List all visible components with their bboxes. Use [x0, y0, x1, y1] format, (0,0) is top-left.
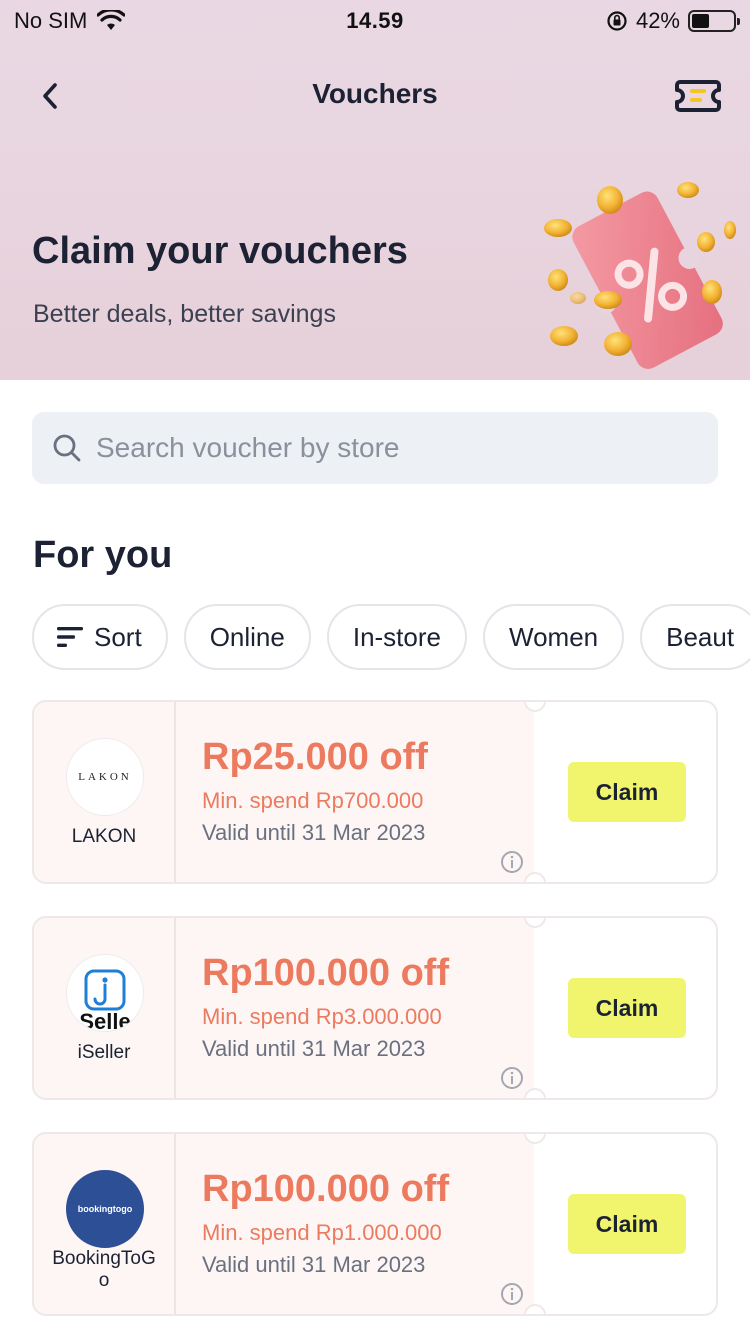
orientation-lock-icon [607, 11, 627, 31]
voucher-amount: Rp25.000 off [202, 736, 428, 778]
valid-until: Valid until 31 Mar 2023 [202, 1036, 426, 1061]
valid-until: Valid until 31 Mar 2023 [202, 1252, 426, 1277]
claim-button[interactable]: Claim [568, 1194, 686, 1254]
divider [174, 918, 176, 1098]
chip-label: Online [209, 621, 285, 652]
divider [174, 1134, 176, 1314]
search-bar[interactable] [32, 412, 718, 484]
store-block: bookingtogo BookingToG o [34, 1134, 174, 1314]
filter-chips: Sort Online In-store Women Beaut [32, 604, 750, 670]
iseller-mark-icon [84, 969, 126, 1011]
claim-button[interactable]: Claim [568, 762, 686, 822]
chip-in-store[interactable]: In-store [326, 604, 467, 670]
store-name: LAKON [71, 826, 137, 847]
ticket-notch [524, 1304, 546, 1314]
chip-women[interactable]: Women [483, 604, 625, 670]
voucher-amount: Rp100.000 off [202, 1168, 450, 1210]
battery-icon [688, 10, 740, 32]
hero-banner: No SIM 14.59 42% Vouchers Claim your vou… [0, 0, 750, 380]
hero-title: Claim your vouchers [32, 230, 408, 272]
search-icon [53, 434, 81, 462]
claim-button[interactable]: Claim [568, 978, 686, 1038]
page-title: Vouchers [312, 78, 438, 109]
store-name: iSeller [77, 1042, 131, 1063]
min-spend: Min. spend Rp3.000.000 [202, 1004, 442, 1029]
voucher-card[interactable]: Selle iSeller Rp100.000 off Min. spend R… [32, 916, 718, 1100]
logo-wordmark: Selle [79, 1009, 131, 1032]
logo-wordmark: bookingtogo [77, 1204, 133, 1214]
section-title: For you [33, 534, 173, 576]
chip-label: Women [509, 621, 599, 652]
voucher-card[interactable]: LAKON LAKON Rp25.000 off Min. spend Rp70… [32, 700, 718, 884]
battery-percent: 42% [635, 8, 680, 33]
chip-beauty[interactable]: Beaut [640, 604, 750, 670]
valid-until: Valid until 31 Mar 2023 [202, 820, 426, 845]
voucher-card[interactable]: bookingtogo BookingToG o Rp100.000 off M… [32, 1132, 718, 1316]
store-block: Selle iSeller [34, 918, 174, 1098]
logo-wordmark: LAKON [78, 771, 132, 783]
chip-sort[interactable]: Sort [32, 604, 168, 670]
status-bar: No SIM 14.59 42% [0, 0, 750, 42]
info-icon[interactable] [500, 850, 524, 874]
chip-online[interactable]: Online [183, 604, 311, 670]
ticket-icon [675, 80, 721, 112]
sort-icon [57, 627, 83, 647]
hero-subtitle: Better deals, better savings [33, 300, 336, 328]
min-spend: Min. spend Rp700.000 [202, 788, 424, 813]
ticket-notch [524, 872, 546, 882]
voucher-amount: Rp100.000 off [202, 952, 450, 994]
divider [174, 702, 176, 882]
battery-fill [692, 14, 709, 28]
chip-label: In-store [352, 621, 441, 652]
store-logo: LAKON [66, 738, 144, 816]
store-name: BookingToG o [34, 1248, 174, 1292]
voucher-coins-illustration [544, 182, 736, 369]
store-block: LAKON LAKON [34, 702, 174, 882]
info-icon[interactable] [500, 1066, 524, 1090]
status-right: 42% [606, 8, 740, 34]
store-logo: Selle [66, 954, 144, 1032]
store-name-text: BookingToG o [52, 1248, 156, 1291]
store-logo: bookingtogo [66, 1170, 144, 1248]
min-spend: Min. spend Rp1.000.000 [202, 1220, 442, 1245]
chip-label: Sort [94, 621, 142, 652]
search-input[interactable] [96, 432, 696, 464]
my-vouchers-button[interactable] [674, 74, 722, 118]
ticket-notch [524, 1088, 546, 1098]
chip-label: Beaut [666, 621, 735, 652]
info-icon[interactable] [500, 1282, 524, 1306]
